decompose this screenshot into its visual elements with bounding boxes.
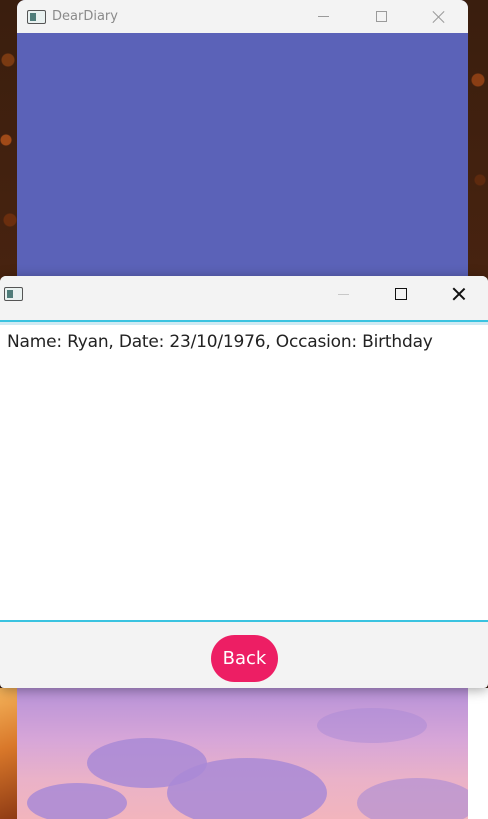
dialog-titlebar[interactable] (0, 276, 488, 312)
maximize-icon (375, 11, 387, 22)
window-controls (294, 0, 468, 33)
maximize-icon (395, 288, 407, 300)
entry-text-area[interactable]: Name: Ryan, Date: 23/10/1976, Occasion: … (0, 320, 488, 622)
minimize-icon (337, 293, 349, 295)
close-button[interactable] (410, 0, 468, 33)
maximize-button[interactable] (372, 276, 430, 312)
cloud-shape (317, 708, 427, 743)
entry-dialog-window: Name: Ryan, Date: 23/10/1976, Occasion: … (0, 276, 488, 688)
close-icon (432, 10, 446, 24)
minimize-icon (317, 16, 329, 17)
deardiary-titlebar[interactable]: DearDiary (17, 0, 468, 33)
minimize-button[interactable] (314, 276, 372, 312)
cloud-shape (27, 783, 127, 819)
cloud-shape (357, 778, 468, 819)
close-button[interactable] (430, 276, 488, 312)
window-title: DearDiary (52, 9, 118, 24)
dialog-window-controls (314, 276, 488, 312)
app-window-icon (4, 287, 23, 301)
wallpaper-fragment-right (468, 688, 488, 819)
entry-text: Name: Ryan, Date: 23/10/1976, Occasion: … (7, 332, 433, 352)
maximize-button[interactable] (352, 0, 410, 33)
wallpaper-fragment-left (0, 688, 18, 819)
minimize-button[interactable] (294, 0, 352, 33)
sky-background-image (17, 688, 468, 819)
app-window-icon (27, 9, 46, 24)
cloud-shape (167, 758, 327, 819)
close-icon (452, 287, 466, 301)
back-button[interactable]: Back (211, 635, 278, 682)
